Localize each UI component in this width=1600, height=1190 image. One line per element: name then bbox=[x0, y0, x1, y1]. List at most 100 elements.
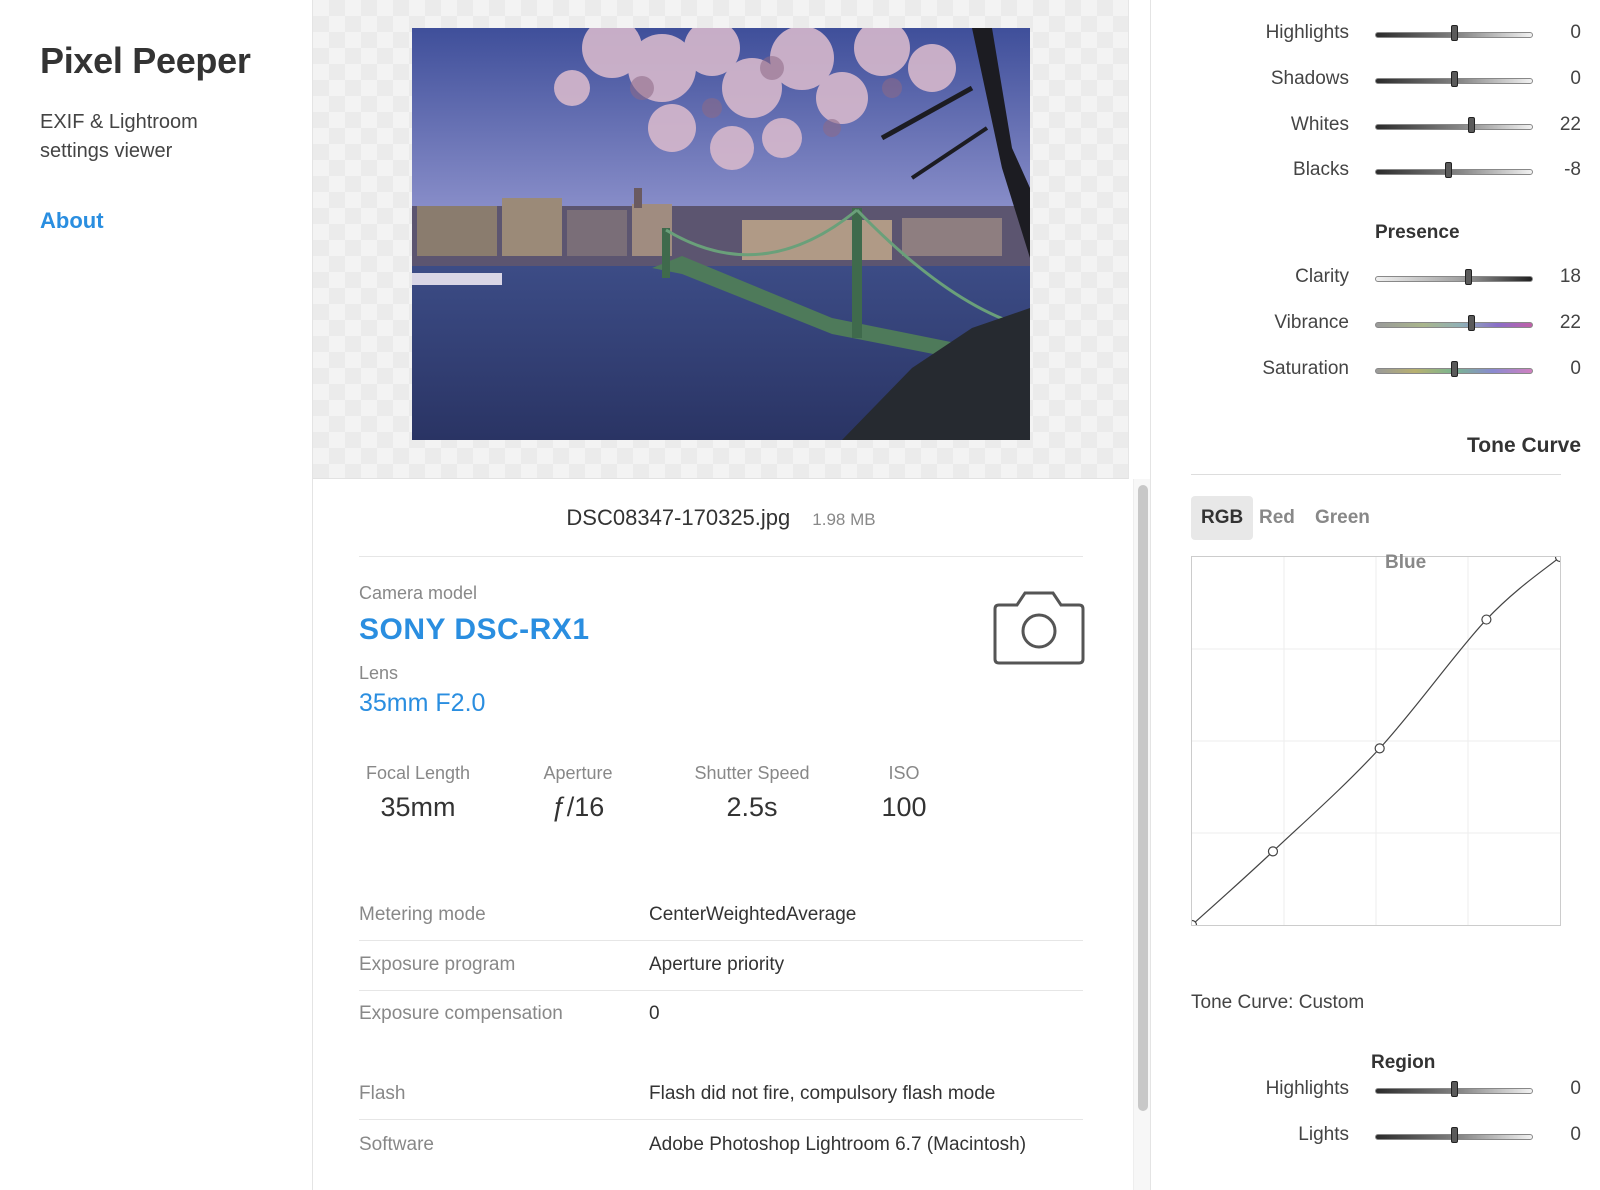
region-heading: Region bbox=[1371, 1052, 1436, 1073]
exif-info-panel: DSC08347-170325.jpg 1.98 MB Camera model … bbox=[313, 479, 1128, 1190]
stat-label: Shutter Speed bbox=[694, 763, 810, 783]
metadata-value: Aperture priority bbox=[649, 954, 785, 975]
slider-label: Saturation bbox=[1262, 358, 1349, 379]
slider-blacks: Blacks -8 bbox=[1151, 157, 1600, 187]
camera-icon bbox=[993, 591, 1085, 665]
metadata-label: Flash bbox=[359, 1083, 406, 1104]
slider-label: Clarity bbox=[1295, 266, 1349, 287]
metadata-row: Exposure compensation 0 bbox=[359, 991, 1083, 1039]
photo-preview-area bbox=[313, 0, 1129, 479]
slider-track bbox=[1375, 276, 1533, 282]
metadata-value: Flash did not fire, compulsory flash mod… bbox=[649, 1083, 996, 1104]
slider-clarity: Clarity 18 bbox=[1151, 264, 1600, 294]
metadata-value: Adobe Photoshop Lightroom 6.7 (Macintosh… bbox=[649, 1134, 1027, 1155]
curve-point[interactable] bbox=[1267, 846, 1279, 857]
slider-shadows: Shadows 0 bbox=[1151, 66, 1600, 96]
slider-value: 22 bbox=[1559, 114, 1581, 135]
stat-value: 35mm bbox=[380, 792, 456, 822]
slider-value: 0 bbox=[1570, 68, 1581, 89]
slider-value: 22 bbox=[1559, 312, 1581, 333]
slider-knob[interactable] bbox=[1468, 315, 1476, 331]
stat-value: 100 bbox=[881, 792, 927, 822]
slider-label: Highlights bbox=[1265, 22, 1349, 43]
slider-knob[interactable] bbox=[1451, 1081, 1458, 1097]
slider-value: 0 bbox=[1570, 358, 1581, 379]
tab-red[interactable]: Red bbox=[1249, 496, 1305, 540]
presence-heading: Presence bbox=[1375, 222, 1460, 243]
slider-whites: Whites 22 bbox=[1151, 112, 1600, 142]
metadata-label: Exposure compensation bbox=[359, 1003, 563, 1024]
lens-label: Lens bbox=[359, 663, 399, 683]
divider bbox=[1191, 474, 1561, 475]
camera-model-link[interactable]: SONY DSC-RX1 bbox=[359, 613, 590, 647]
slider-label: Vibrance bbox=[1274, 312, 1349, 333]
slider-label: Shadows bbox=[1270, 68, 1349, 89]
curve-point[interactable] bbox=[1481, 614, 1492, 625]
lightroom-settings-panel: Highlights 0 Shadows 0 Whites 22 Blacks … bbox=[1150, 0, 1600, 1190]
camera-model-label: Camera model bbox=[359, 583, 478, 603]
stat-label: ISO bbox=[888, 763, 920, 783]
slider-value: 0 bbox=[1570, 1078, 1581, 1099]
stat-shutter-speed: Shutter Speed 2.5s bbox=[685, 763, 819, 823]
stat-value: ƒ/16 bbox=[551, 792, 605, 822]
slider-label: Blacks bbox=[1293, 159, 1349, 180]
metadata-value: 0 bbox=[649, 1003, 660, 1024]
slider-knob[interactable] bbox=[1444, 162, 1452, 178]
scrollbar-thumb[interactable] bbox=[1138, 485, 1148, 1111]
photo-image bbox=[412, 28, 1030, 440]
slider-vibrance: Vibrance 22 bbox=[1151, 310, 1600, 340]
stat-label: Aperture bbox=[543, 763, 613, 783]
stat-label: Focal Length bbox=[365, 763, 471, 783]
slider-value: 0 bbox=[1570, 1124, 1581, 1145]
metadata-label: Software bbox=[359, 1134, 434, 1155]
slider-track bbox=[1375, 124, 1533, 130]
metadata-label: Metering mode bbox=[359, 904, 486, 925]
metadata-value: CenterWeightedAverage bbox=[649, 904, 857, 925]
slider-knob[interactable] bbox=[1451, 361, 1458, 377]
slider-label: Whites bbox=[1290, 114, 1349, 135]
metadata-row: Metering mode CenterWeightedAverage bbox=[359, 892, 1083, 941]
metadata-label: Exposure program bbox=[359, 954, 516, 975]
slider-track bbox=[1375, 322, 1533, 328]
slider-knob[interactable] bbox=[1465, 269, 1473, 285]
lens-link[interactable]: 35mm F2.0 bbox=[359, 689, 485, 718]
tone-curve-graph bbox=[1186, 551, 1566, 931]
main-content: DSC08347-170325.jpg 1.98 MB Camera model … bbox=[312, 0, 1152, 1190]
slider-label: Lights bbox=[1298, 1124, 1349, 1145]
slider-highlights: Highlights 0 bbox=[1151, 20, 1600, 50]
file-info: DSC08347-170325.jpg 1.98 MB bbox=[359, 505, 1083, 531]
metadata-row: Exposure program Aperture priority bbox=[359, 942, 1083, 991]
curve-point[interactable] bbox=[1374, 743, 1385, 754]
tab-green[interactable]: Green bbox=[1305, 496, 1380, 540]
slider-track bbox=[1375, 169, 1533, 175]
slider-region-highlights: Highlights 0 bbox=[1151, 1076, 1600, 1106]
file-name: DSC08347-170325.jpg bbox=[566, 505, 791, 530]
stat-iso: ISO 100 bbox=[869, 763, 939, 823]
app-subtitle: EXIF & Lightroom settings viewer bbox=[40, 111, 198, 162]
slider-value: -8 bbox=[1564, 159, 1581, 180]
slider-region-lights: Lights 0 bbox=[1151, 1122, 1600, 1152]
slider-saturation: Saturation 0 bbox=[1151, 356, 1600, 386]
slider-knob[interactable] bbox=[1451, 71, 1458, 87]
slider-knob[interactable] bbox=[1451, 1127, 1458, 1143]
metadata-row: Flash Flash did not fire, compulsory fla… bbox=[359, 1071, 1083, 1120]
file-size: 1.98 MB bbox=[812, 510, 876, 529]
slider-knob[interactable] bbox=[1468, 117, 1476, 133]
tab-blue[interactable]: Blue bbox=[1375, 546, 1436, 580]
tone-curve-heading: Tone Curve bbox=[1467, 434, 1581, 457]
slider-value: 0 bbox=[1570, 22, 1581, 43]
about-link[interactable]: About bbox=[40, 208, 104, 234]
tab-rgb[interactable]: RGB bbox=[1191, 496, 1254, 540]
app-title: Pixel Peeper bbox=[40, 40, 251, 81]
stat-focal-length: Focal Length 35mm bbox=[359, 763, 477, 823]
stat-value: 2.5s bbox=[726, 792, 778, 822]
slider-label: Highlights bbox=[1265, 1078, 1349, 1099]
stat-aperture: Aperture ƒ/16 bbox=[533, 763, 623, 823]
divider bbox=[359, 556, 1083, 557]
slider-knob[interactable] bbox=[1451, 25, 1458, 41]
slider-value: 18 bbox=[1559, 266, 1581, 287]
tone-curve-caption: Tone Curve: Custom bbox=[1191, 992, 1365, 1013]
tone-curve-plot bbox=[1186, 551, 1566, 931]
metadata-row: Software Adobe Photoshop Lightroom 6.7 (… bbox=[359, 1122, 1083, 1170]
sidebar: Pixel Peeper EXIF & Lightroom settings v… bbox=[0, 0, 312, 1190]
